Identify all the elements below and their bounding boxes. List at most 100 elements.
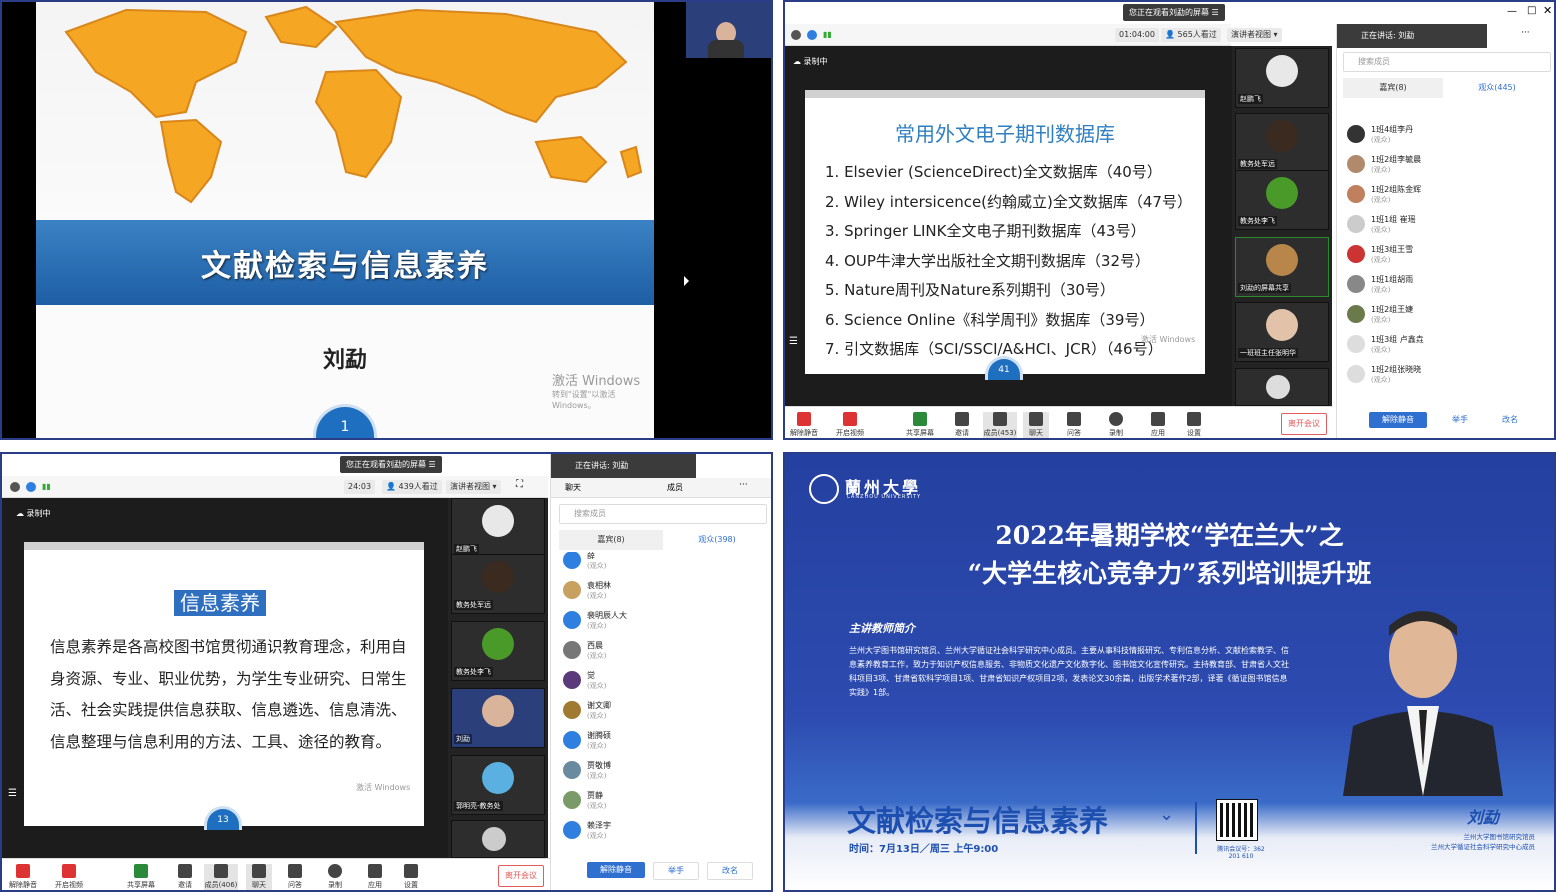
list-item[interactable]: 1班2组李毓晨 (观众)	[1343, 152, 1523, 182]
member-name: 薛	[587, 552, 595, 560]
video-tile[interactable]	[451, 820, 545, 858]
list-item[interactable]: 薛 (观众)	[559, 552, 739, 578]
info-icon[interactable]	[791, 30, 801, 40]
panel-unmute-button[interactable]: 解除静音	[587, 862, 645, 878]
video-tile[interactable]: 刘勐的屏幕共享	[1235, 237, 1329, 297]
member-name: 袁相林	[587, 581, 611, 590]
list-item[interactable]: 1班2组王婕 (观众)	[1343, 302, 1523, 332]
unmute-button[interactable]: 解除静音	[8, 864, 38, 890]
video-tile[interactable]	[1235, 368, 1329, 406]
meeting-timer: 24:03	[344, 480, 376, 494]
more-icon[interactable]: ···	[739, 480, 748, 490]
sharing-label: 您正在观看刘勐的屏幕	[346, 460, 426, 469]
info-icon[interactable]	[10, 482, 20, 492]
video-tile[interactable]: 刘勐	[451, 688, 545, 748]
qa-button[interactable]: 问答	[282, 864, 308, 890]
video-tile[interactable]: 赵鹏飞	[451, 498, 545, 558]
qa-button[interactable]: 问答	[1061, 412, 1087, 438]
video-tile[interactable]: 一班班主任张明华	[1235, 302, 1329, 362]
sharing-indicator[interactable]: 您正在观看刘勐的屏幕 ☰	[340, 456, 442, 473]
rename-button[interactable]: 改名	[1487, 412, 1533, 428]
start-video-button[interactable]: 开启视频	[835, 412, 865, 438]
fullscreen-icon[interactable]: ⛶	[516, 479, 523, 490]
video-tile[interactable]: 赵鹏飞	[1235, 48, 1329, 108]
minimize-icon[interactable]: —	[1507, 6, 1517, 17]
list-item[interactable]: 西晨 (观众)	[559, 638, 739, 668]
list-item[interactable]: 赖泽宇 (观众)	[559, 818, 739, 842]
tab-chat[interactable]: 聊天	[565, 482, 581, 493]
member-role: (观众)	[587, 802, 607, 810]
signal-icon: ▮▮	[823, 30, 832, 39]
tab-guests[interactable]: 嘉宾(8)	[559, 530, 663, 550]
chat-button[interactable]: 聊天	[1023, 412, 1049, 438]
sharing-indicator[interactable]: 您正在观看刘勐的屏幕 ☰	[1123, 4, 1225, 21]
record-button[interactable]: 录制	[1103, 412, 1129, 438]
tab-members[interactable]: 成员	[667, 482, 683, 493]
apps-button[interactable]: 应用	[362, 864, 388, 890]
video-tile[interactable]: 教务处李飞	[451, 621, 545, 681]
viewer-count[interactable]: 👤 565人看过	[1161, 28, 1221, 42]
settings-label: 设置	[404, 881, 418, 889]
chat-button[interactable]: 聊天	[246, 864, 272, 890]
list-item[interactable]: 1班2组张晓晓 (观众)	[1343, 362, 1523, 392]
invite-button[interactable]: 邀请	[172, 864, 198, 890]
list-item[interactable]: 贾静 (观众)	[559, 788, 739, 818]
close-icon[interactable]: ✕	[1543, 4, 1552, 17]
share-screen-button[interactable]: 共享屏幕	[905, 412, 935, 438]
menu-icon[interactable]: ☰	[789, 336, 798, 347]
list-item[interactable]: 谢文卿 (观众)	[559, 698, 739, 728]
panel-unmute-button[interactable]: 解除静音	[1369, 412, 1427, 428]
qr-code[interactable]	[1216, 799, 1258, 841]
qa-label: 问答	[288, 881, 302, 889]
member-search-input[interactable]: 搜索成员	[559, 504, 767, 524]
members-button[interactable]: 成员(453)	[983, 412, 1017, 438]
raise-hand-button[interactable]: 举手	[653, 862, 699, 880]
members-button[interactable]: 成员(406)	[204, 864, 238, 890]
list-item[interactable]: 1班4组李丹 (观众)	[1343, 122, 1523, 152]
viewer-count[interactable]: 👤 439人看过	[382, 480, 442, 494]
share-screen-button[interactable]: 共享屏幕	[126, 864, 156, 890]
invite-button[interactable]: 邀请	[949, 412, 975, 438]
member-search-input[interactable]: 搜索成员	[1343, 52, 1551, 72]
speaker-thumbnail[interactable]	[686, 2, 771, 58]
video-tile[interactable]: 教务处军远	[1235, 113, 1329, 173]
member-name: 裴明辰人大	[587, 611, 627, 620]
leave-meeting-button[interactable]: 离开会议	[1281, 413, 1327, 435]
view-mode-select[interactable]: 演讲者视图 ▾	[1227, 28, 1282, 42]
maximize-icon[interactable]: □	[1527, 5, 1536, 16]
leave-meeting-button[interactable]: 离开会议	[498, 865, 544, 887]
video-tile[interactable]: 教务处军远	[451, 554, 545, 614]
record-button[interactable]: 录制	[322, 864, 348, 890]
apps-button[interactable]: 应用	[1145, 412, 1171, 438]
list-item[interactable]: 1班3组王雪 (观众)	[1343, 242, 1523, 272]
video-tile[interactable]: 郭明亮-教务处	[451, 755, 545, 815]
apps-label: 应用	[368, 881, 382, 889]
list-item[interactable]: 1班1组 崔瑶 (观众)	[1343, 212, 1523, 242]
list-item[interactable]: 裴明辰人大 (观众)	[559, 608, 739, 638]
settings-button[interactable]: 设置	[1181, 412, 1207, 438]
shield-icon[interactable]	[26, 482, 36, 492]
start-video-button[interactable]: 开启视频	[54, 864, 84, 890]
tab-audience[interactable]: 观众(398)	[665, 530, 769, 550]
list-item[interactable]: 1班2组陈金辉 (观众)	[1343, 182, 1523, 212]
tab-audience[interactable]: 观众(445)	[1447, 78, 1547, 98]
menu-icon[interactable]: ☰	[8, 788, 17, 799]
list-item[interactable]: 谢腾硕 (观众)	[559, 728, 739, 758]
video-tile[interactable]: 教务处李飞	[1235, 170, 1329, 230]
more-icon[interactable]: ···	[1521, 28, 1530, 38]
shield-icon[interactable]	[807, 30, 817, 40]
member-name: 贾静	[587, 791, 603, 800]
list-item[interactable]: 袁相林 (观众)	[559, 578, 739, 608]
list-item[interactable]: 觉 (观众)	[559, 668, 739, 698]
view-mode-select[interactable]: 演讲者视图 ▾	[446, 480, 501, 494]
unmute-button[interactable]: 解除静音	[789, 412, 819, 438]
raise-hand-button[interactable]: 举手	[1437, 412, 1483, 428]
activate-windows-watermark: 激活 Windows	[1141, 335, 1196, 344]
list-item[interactable]: 贾敬博 (观众)	[559, 758, 739, 788]
list-item[interactable]: 1班1组胡雨 (观众)	[1343, 272, 1523, 302]
list-item[interactable]: 1班3组 卢鑫垚 (观众)	[1343, 332, 1523, 362]
chevron-down-icon: ⌄	[1159, 804, 1175, 825]
rename-button[interactable]: 改名	[707, 862, 753, 880]
settings-button[interactable]: 设置	[398, 864, 424, 890]
tab-guests[interactable]: 嘉宾(8)	[1343, 78, 1443, 98]
